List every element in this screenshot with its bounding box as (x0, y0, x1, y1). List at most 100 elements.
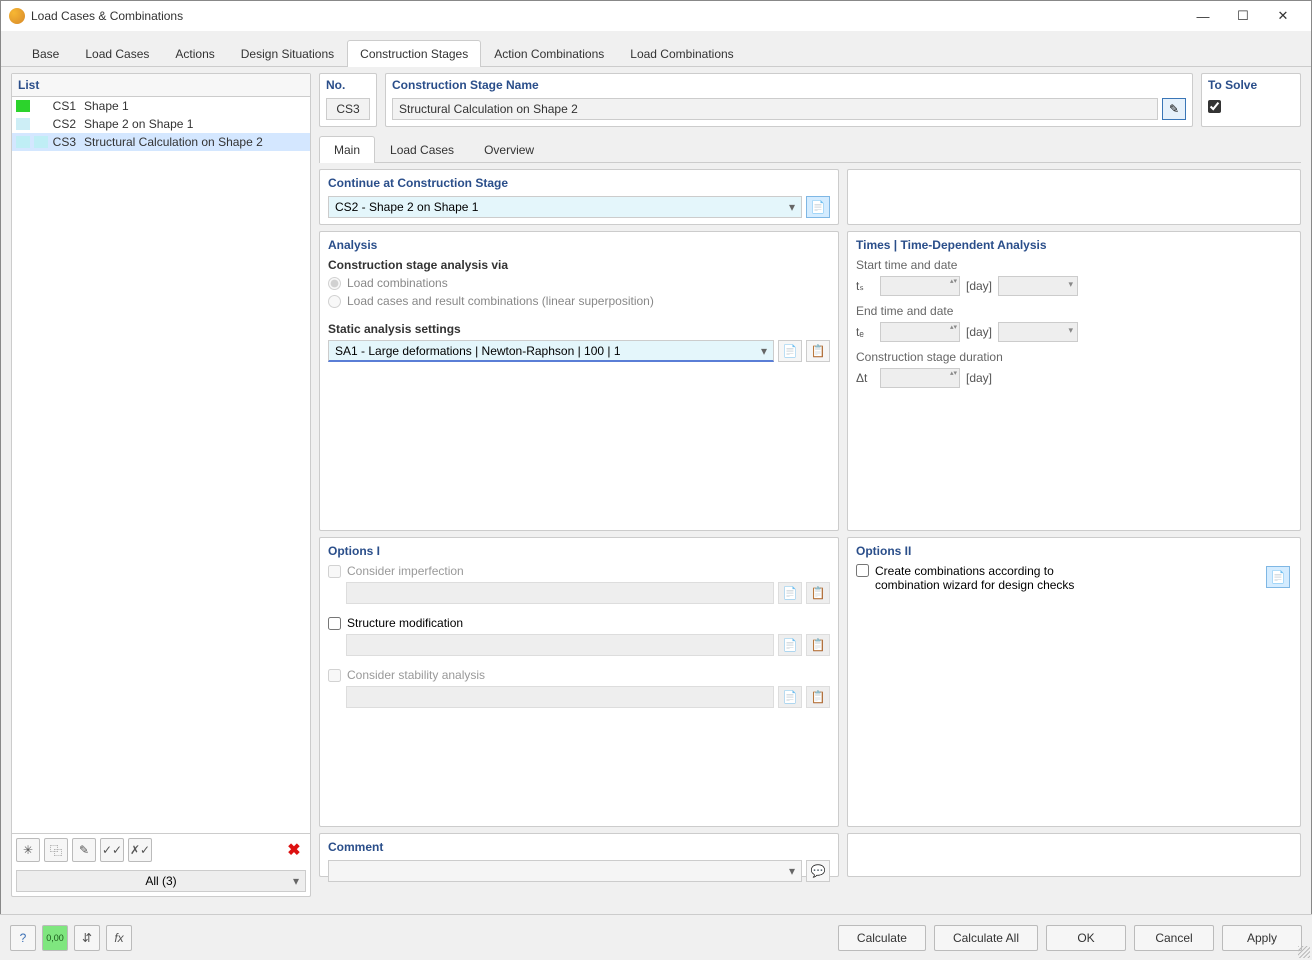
new-item-button[interactable]: ✳ (16, 838, 40, 862)
comment-combo[interactable]: ▾ (328, 860, 802, 882)
settings-new-button[interactable]: 📄 (778, 340, 802, 362)
document-edit-icon: 📋 (811, 690, 826, 704)
name-field-group: Construction Stage Name ✎ (385, 73, 1193, 127)
imperfection-new-button[interactable]: 📄 (778, 582, 802, 604)
end-date-combo[interactable] (998, 322, 1078, 342)
edit-name-button[interactable]: ✎ (1162, 98, 1186, 120)
cancel-button[interactable]: Cancel (1134, 925, 1214, 951)
subtab-overview[interactable]: Overview (469, 136, 549, 163)
list-panel: List CS1 Shape 1 CS2 Shape 2 on Shape 1 … (11, 73, 311, 897)
tab-load-combinations[interactable]: Load Combinations (617, 40, 746, 67)
list-item-label: Shape 2 on Shape 1 (84, 117, 193, 131)
wizard-icon: 📄 (1271, 570, 1286, 584)
static-settings-combo[interactable]: SA1 - Large deformations | Newton-Raphso… (328, 340, 774, 362)
check-all-button[interactable]: ✓✓ (100, 838, 124, 862)
imperfection-input[interactable] (346, 582, 774, 604)
document-edit-icon: 📋 (811, 586, 826, 600)
structure-new-button[interactable]: 📄 (778, 634, 802, 656)
analysis-header: Analysis (328, 238, 830, 252)
solve-checkbox[interactable] (1208, 100, 1221, 113)
function-button[interactable]: fx (106, 925, 132, 951)
tab-construction-stages[interactable]: Construction Stages (347, 40, 481, 67)
structure-mod-checkbox[interactable] (328, 617, 341, 630)
delete-item-button[interactable]: ✖ (282, 838, 306, 862)
uncheck-all-button[interactable]: ✗✓ (128, 838, 152, 862)
radio-load-combinations[interactable] (328, 277, 341, 290)
calculate-button[interactable]: Calculate (838, 925, 926, 951)
color-swatch (34, 136, 48, 148)
list-item-id: CS1 (52, 99, 80, 113)
comment-header: Comment (328, 840, 830, 854)
radio-load-cases[interactable] (328, 295, 341, 308)
list-item[interactable]: CS1 Shape 1 (12, 97, 310, 115)
color-swatch (16, 136, 30, 148)
subtab-main[interactable]: Main (319, 136, 375, 163)
options2-panel: Options II Create combinations according… (847, 537, 1301, 827)
sub-tab-bar: Main Load Cases Overview (319, 135, 1301, 163)
stability-label: Consider stability analysis (347, 668, 485, 682)
fx-icon: fx (114, 931, 123, 945)
imperfection-label: Consider imperfection (347, 564, 464, 578)
edit-item-button[interactable]: ✎ (72, 838, 96, 862)
chevron-down-icon: ▾ (293, 874, 299, 888)
empty-panel (847, 169, 1301, 225)
tab-actions[interactable]: Actions (162, 40, 227, 67)
list-filter-combo[interactable]: All (3) ▾ (16, 870, 306, 892)
help-icon: ? (20, 931, 27, 945)
tab-base[interactable]: Base (19, 40, 72, 67)
subtab-load-cases[interactable]: Load Cases (375, 136, 469, 163)
name-input[interactable] (392, 98, 1158, 120)
hierarchy-icon: ⇵ (82, 931, 92, 945)
chevron-down-icon: ▾ (789, 864, 795, 878)
create-combinations-label: Create combinations according to combina… (875, 564, 1075, 592)
ok-button[interactable]: OK (1046, 925, 1126, 951)
stability-checkbox[interactable] (328, 669, 341, 682)
list-item[interactable]: CS2 Shape 2 on Shape 1 (12, 115, 310, 133)
name-label: Construction Stage Name (392, 78, 1186, 92)
tab-design-situations[interactable]: Design Situations (228, 40, 347, 67)
radio-label: Load combinations (347, 276, 448, 290)
maximize-button[interactable]: ☐ (1223, 4, 1263, 28)
te-symbol: tₑ (856, 325, 874, 339)
tree-button[interactable]: ⇵ (74, 925, 100, 951)
resize-grip[interactable] (1298, 946, 1310, 958)
solve-field-group: To Solve (1201, 73, 1301, 127)
continue-stage-combo[interactable]: CS2 - Shape 2 on Shape 1 ▾ (328, 196, 802, 218)
continue-stage-value: CS2 - Shape 2 on Shape 1 (335, 200, 478, 214)
end-time-spinner[interactable] (880, 322, 960, 342)
start-date-combo[interactable] (998, 276, 1078, 296)
chevron-down-icon: ▾ (789, 200, 795, 214)
options2-header: Options II (856, 544, 1292, 558)
duration-spinner[interactable] (880, 368, 960, 388)
document-icon: 📄 (811, 200, 826, 214)
units-button[interactable]: 0,00 (42, 925, 68, 951)
calculate-all-button[interactable]: Calculate All (934, 925, 1038, 951)
create-combinations-checkbox[interactable] (856, 564, 869, 577)
comment-button[interactable]: 💬 (806, 860, 830, 882)
close-button[interactable]: ✕ (1263, 4, 1303, 28)
stability-edit-button[interactable]: 📋 (806, 686, 830, 708)
app-icon (9, 8, 25, 24)
structure-edit-button[interactable]: 📋 (806, 634, 830, 656)
list-item[interactable]: CS3 Structural Calculation on Shape 2 (12, 133, 310, 151)
list-header: List (12, 74, 310, 97)
no-input[interactable] (326, 98, 370, 120)
stability-new-button[interactable]: 📄 (778, 686, 802, 708)
apply-button[interactable]: Apply (1222, 925, 1302, 951)
structure-mod-input[interactable] (346, 634, 774, 656)
continue-edit-button[interactable]: 📄 (806, 196, 830, 218)
minimize-button[interactable]: — (1183, 4, 1223, 28)
settings-edit-button[interactable]: 📋 (806, 340, 830, 362)
list-toolbar: ✳ ⿻ ✎ ✓✓ ✗✓ ✖ (12, 833, 310, 866)
empty-panel (847, 833, 1301, 877)
help-button[interactable]: ? (10, 925, 36, 951)
wizard-button[interactable]: 📄 (1266, 566, 1290, 588)
copy-item-button[interactable]: ⿻ (44, 838, 68, 862)
stability-input[interactable] (346, 686, 774, 708)
tab-load-cases[interactable]: Load Cases (72, 40, 162, 67)
start-time-spinner[interactable] (880, 276, 960, 296)
tab-action-combinations[interactable]: Action Combinations (481, 40, 617, 67)
bottom-bar: ? 0,00 ⇵ fx Calculate Calculate All OK C… (0, 914, 1312, 960)
imperfection-edit-button[interactable]: 📋 (806, 582, 830, 604)
imperfection-checkbox[interactable] (328, 565, 341, 578)
